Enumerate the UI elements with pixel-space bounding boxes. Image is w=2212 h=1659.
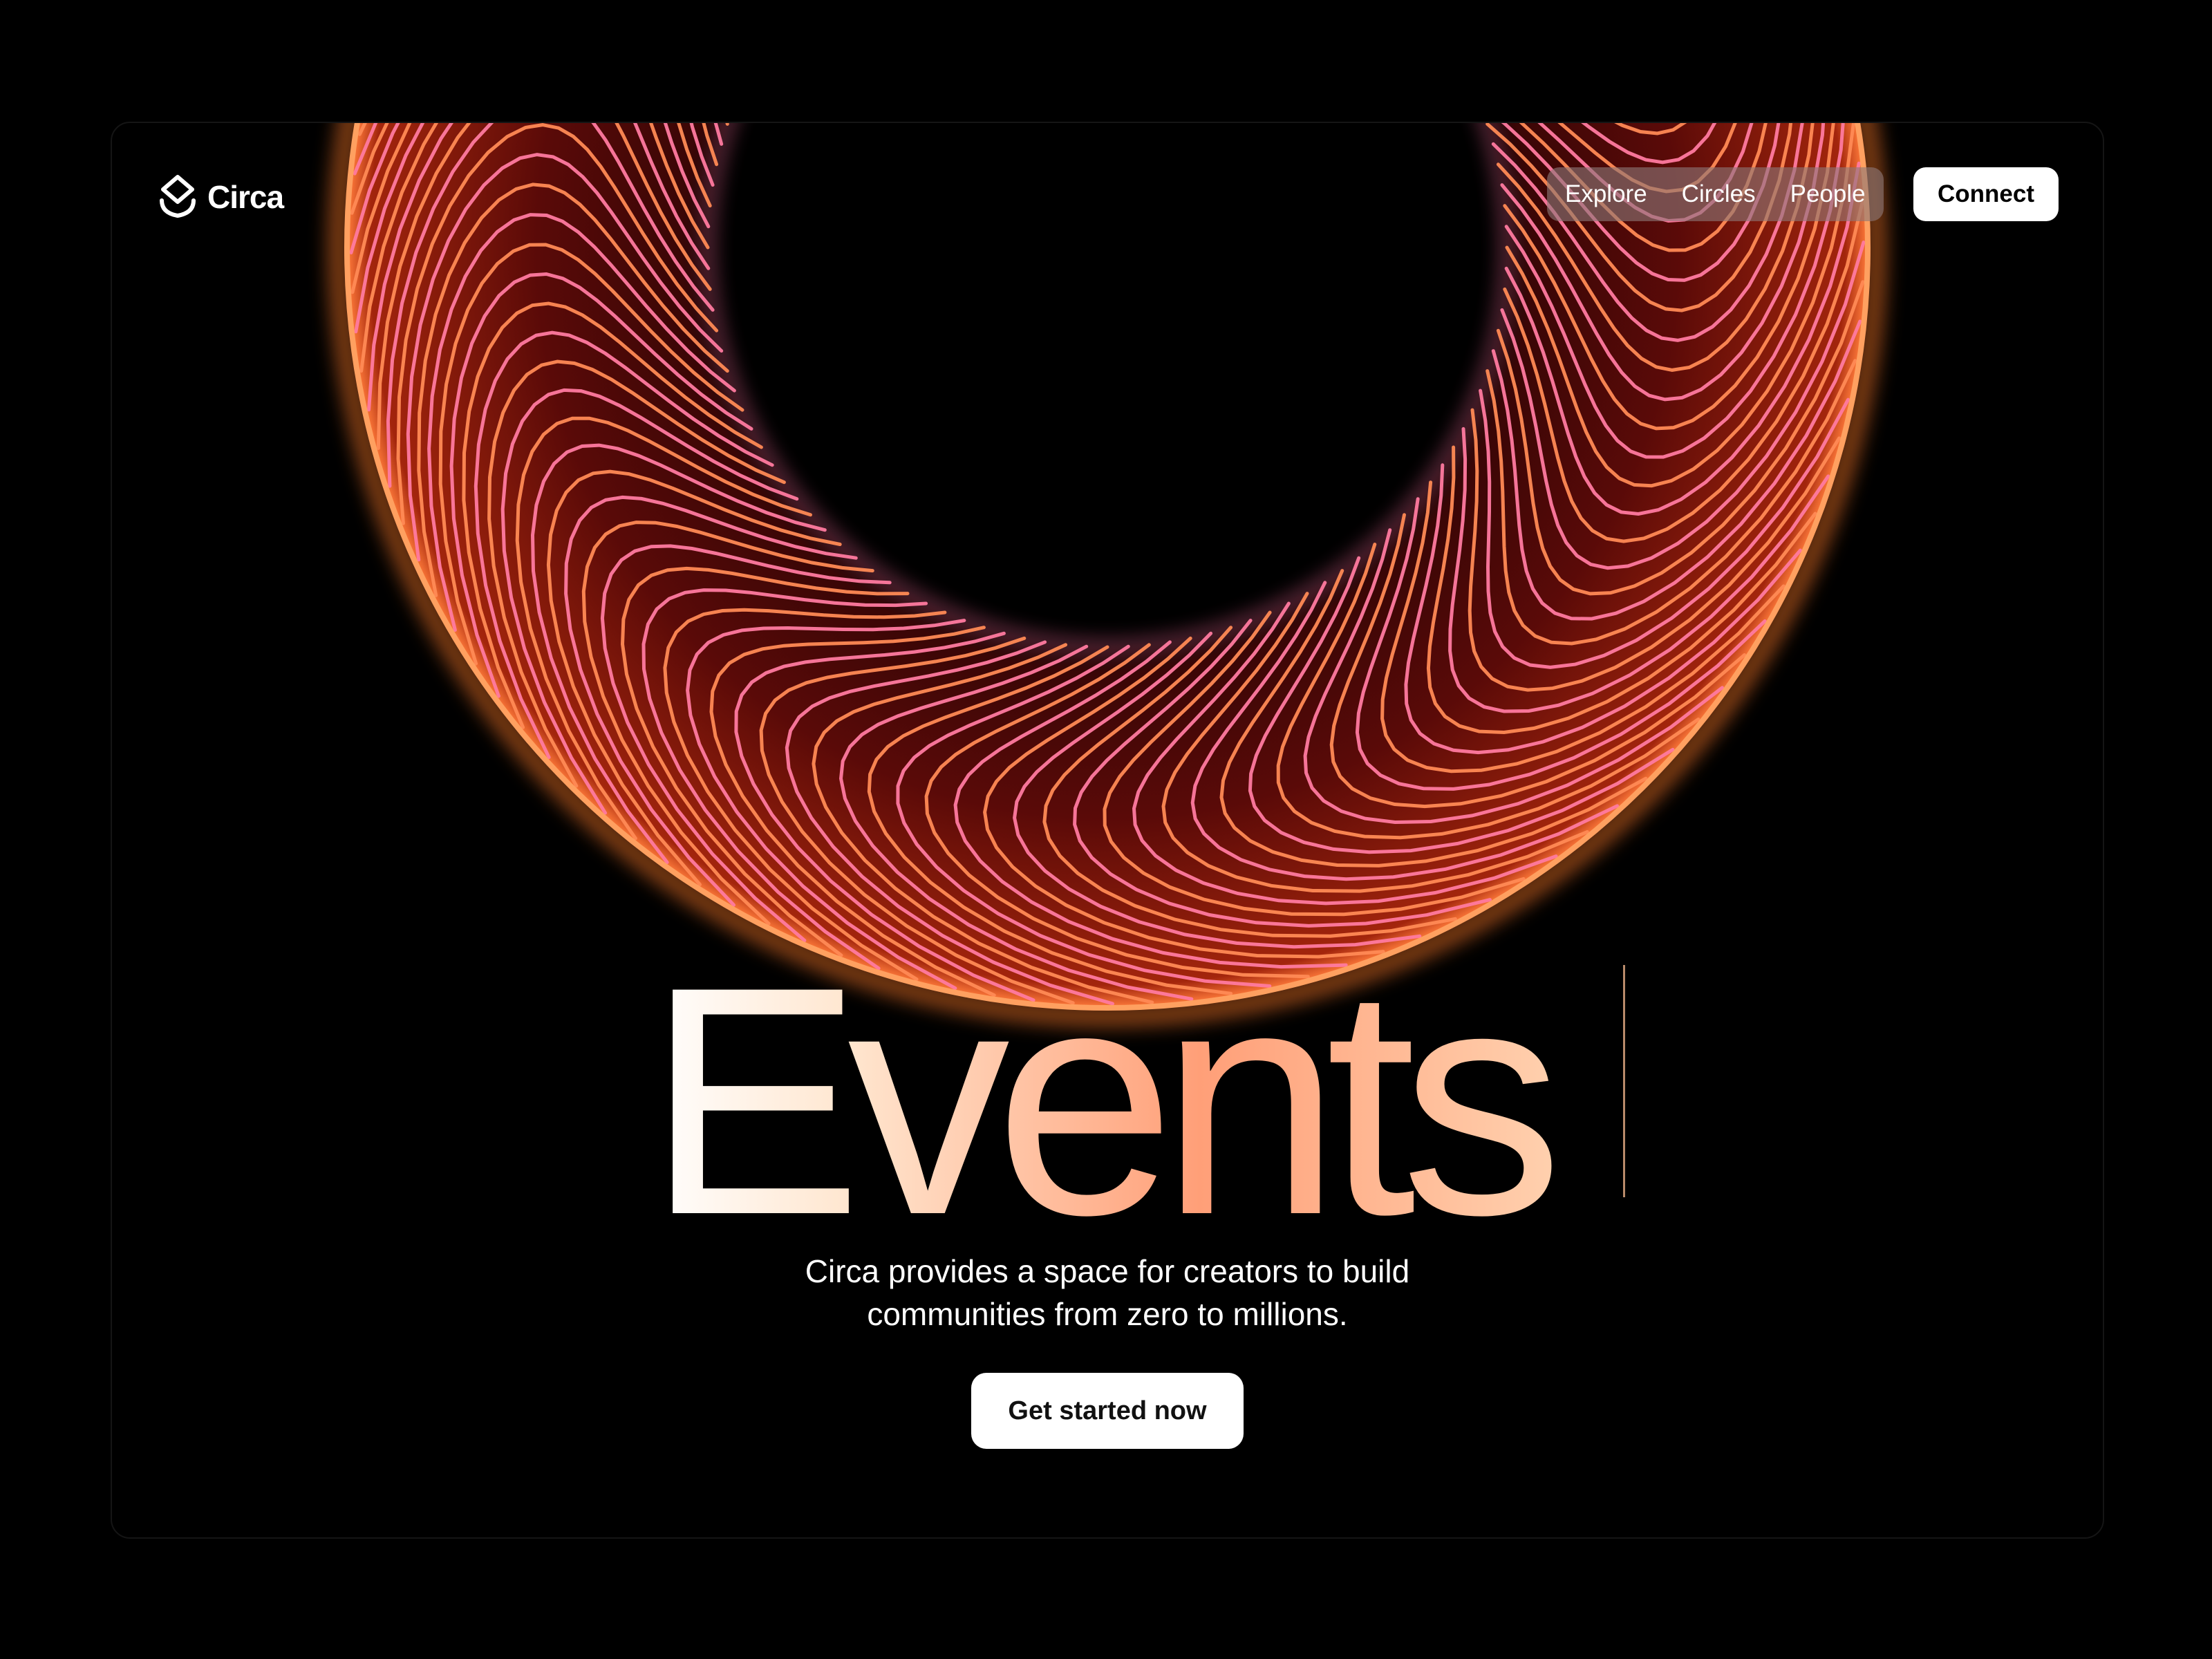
brand-name: Circa [207,179,284,215]
connect-button[interactable]: Connect [1913,167,2059,221]
hero-subtitle-line-1: Circa provides a space for creators to b… [805,1253,1410,1289]
nav-link-people[interactable]: People [1790,180,1866,208]
headline-container: Events [112,939,2103,1264]
hero-subtitle: Circa provides a space for creators to b… [112,1250,2103,1335]
hero-headline: Events [646,939,1569,1264]
main-nav: Explore Circles People [1547,167,1884,221]
layers-stack-icon [160,175,196,218]
brand-logo[interactable]: Circa [158,173,284,221]
hero-subtitle-line-2: communities from zero to millions. [867,1296,1348,1332]
nav-link-explore[interactable]: Explore [1565,180,1647,208]
text-cursor [1623,965,1625,1197]
hero-card: Circa Explore Circles People Connect Eve… [111,122,2104,1539]
nav-link-circles[interactable]: Circles [1682,180,1756,208]
get-started-button[interactable]: Get started now [971,1373,1244,1449]
